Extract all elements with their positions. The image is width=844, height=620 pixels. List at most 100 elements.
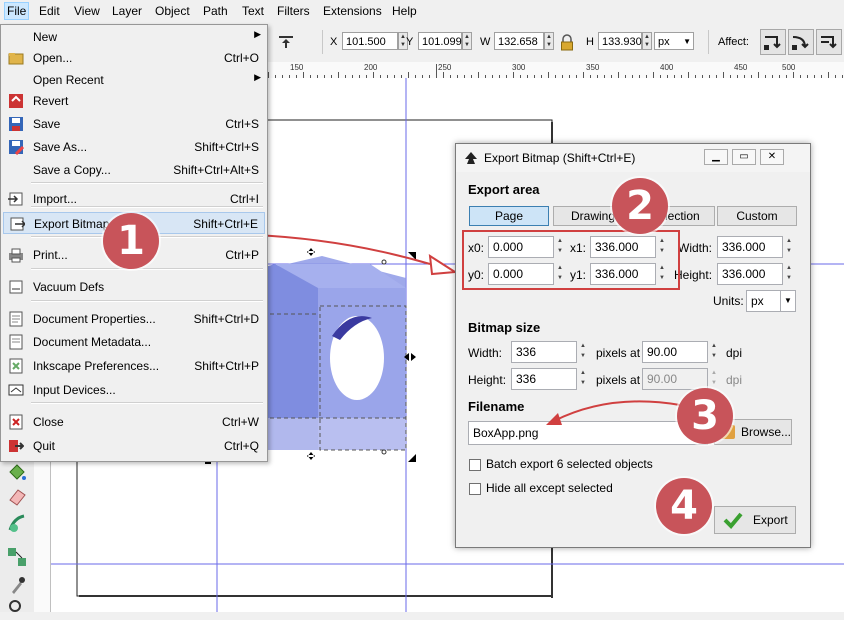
chevron-down-icon: ▼ [683,37,691,46]
batch-export-checkbox[interactable] [469,459,481,471]
raise-to-top-icon[interactable] [276,34,296,50]
x-input[interactable]: 101.500 [342,32,398,50]
filename-heading: Filename [468,399,525,414]
pixels-at-label: pixels at [596,373,641,387]
menu-item-label: Open Recent [33,73,104,87]
folder-open-icon [8,50,24,66]
menu-item-label: Vacuum Defs [33,280,105,294]
minimize-button[interactable]: ▁ [704,149,728,165]
height-spinner[interactable]: ▲ ▼ [784,263,794,285]
y-label: Y [406,36,414,48]
zoom-tool-icon[interactable] [6,598,28,620]
units-value: px [751,294,764,308]
quit-icon [8,438,25,454]
connector-tool-icon[interactable] [6,546,28,568]
menu-item-open[interactable]: Open... Ctrl+O [3,47,265,69]
menu-edit[interactable]: Edit [39,4,60,18]
menu-item-input-devices[interactable]: Input Devices... [3,379,265,401]
close-doc-icon [8,414,24,430]
tab-page[interactable]: Page [469,206,549,226]
menu-item-label: Document Properties... [33,312,156,326]
coordinates-highlight [462,230,680,290]
menu-item-vacuum-defs[interactable]: Vacuum Defs [3,276,265,298]
tab-custom[interactable]: Custom [717,206,797,226]
tweak-tool-icon[interactable] [6,512,28,534]
affect-gradients-button[interactable] [816,29,842,55]
w-input[interactable]: 132.658 [494,32,544,50]
dpi-spinner-disabled: ▲ ▼ [711,370,717,386]
ruler-label: 150 [290,63,304,72]
menu-item-label: Save As... [33,140,88,154]
width-spinner[interactable]: ▲ ▼ [784,236,794,258]
h-input[interactable]: 133.930 [598,32,642,50]
y-input[interactable]: 101.099 [418,32,462,50]
x-label: X [330,36,338,48]
height-input[interactable]: 336.000 [717,263,783,285]
menu-item-save-as[interactable]: Save As... Shift+Ctrl+S [3,136,265,158]
dropper-icon[interactable] [6,574,28,596]
bmp-height-input[interactable]: 336 [511,368,577,390]
export-area-heading: Export area [468,182,540,197]
menu-item-revert[interactable]: Revert [3,90,265,112]
annotation-badge-1: 1 [103,213,159,269]
menu-path[interactable]: Path [203,4,228,18]
menu-item-label: Input Devices... [33,383,116,397]
hide-all-checkbox[interactable] [469,483,481,495]
menu-item-open-recent[interactable]: Open Recent ▶ [3,69,265,91]
selector-toolbar: X 101.500 ▲ ▼ Y 101.099 ▲ ▼ W 132.658 ▲ ▼ H… [268,24,844,63]
affect-corners-button[interactable] [788,29,814,55]
menu-help[interactable]: Help [392,4,417,18]
menu-item-label: Revert [33,94,69,108]
menu-item-label: Document Metadata... [33,335,152,349]
lock-icon[interactable] [560,34,574,52]
dpi-input[interactable]: 90.00 [642,341,708,363]
menu-item-shortcut: Ctrl+I [229,192,259,206]
save-as-icon [8,139,25,156]
toolbox [0,460,35,612]
width-input[interactable]: 336.000 [717,236,783,258]
bmp-height-label: Height: [468,373,507,387]
menu-item-close[interactable]: Close Ctrl+W [3,411,265,433]
units-label: Units: [713,294,744,308]
menu-item-new[interactable]: New ▶ [3,26,265,48]
h-spinner[interactable]: ▲ ▼ [642,32,652,50]
menu-item-quit[interactable]: Quit Ctrl+Q [3,435,265,457]
bmp-width-spinner[interactable]: ▲ ▼ [578,341,588,363]
menu-separator [31,182,263,184]
eraser-icon[interactable] [6,486,28,508]
bmp-width-input[interactable]: 336 [511,341,577,363]
close-button[interactable]: ✕ [760,149,784,165]
menu-text[interactable]: Text [242,4,264,18]
menu-item-document-metadata[interactable]: Document Metadata... [3,331,265,353]
menu-extensions[interactable]: Extensions [323,4,382,18]
affect-stroke-button[interactable] [760,29,786,55]
export-icon [9,216,27,232]
maximize-button[interactable]: ▭ [732,149,756,165]
menu-item-save-a-copy[interactable]: Save a Copy... Shift+Ctrl+Alt+S [3,159,265,181]
inkscape-logo-icon [464,151,478,165]
ruler-label: 200 [364,63,378,72]
w-spinner[interactable]: ▲ ▼ [544,32,554,50]
dpi-spinner[interactable]: ▲ ▼ [709,341,719,363]
bmp-height-spinner[interactable]: ▲ ▼ [578,368,588,390]
units-select[interactable]: px ▼ [746,290,796,312]
menu-separator [31,300,263,302]
menu-filters[interactable]: Filters [277,4,310,18]
export-button[interactable]: Export [714,506,796,534]
paint-bucket-icon[interactable] [6,462,28,484]
unit-select[interactable]: px ▼ [654,32,694,50]
menu-layer[interactable]: Layer [112,4,142,18]
menu-item-inkscape-preferences[interactable]: Inkscape Preferences... Shift+Ctrl+P [3,355,265,377]
menu-item-document-properties[interactable]: Document Properties... Shift+Ctrl+D [3,308,265,330]
menu-item-shortcut: Shift+Ctrl+Alt+S [173,163,259,177]
dialog-titlebar[interactable]: Export Bitmap (Shift+Ctrl+E) ▁ ▭ ✕ [456,144,810,172]
menu-item-save[interactable]: Save Ctrl+S [3,113,265,135]
y-spinner[interactable]: ▲ ▼ [462,32,472,50]
annotation-arrowhead [428,254,459,276]
menu-item-label: Save a Copy... [33,163,111,177]
vacuum-icon [8,279,24,295]
menu-file[interactable]: File [4,2,30,20]
menu-view[interactable]: View [74,4,100,18]
annotation-badge-4: 4 [656,478,712,534]
menu-object[interactable]: Object [155,4,190,18]
